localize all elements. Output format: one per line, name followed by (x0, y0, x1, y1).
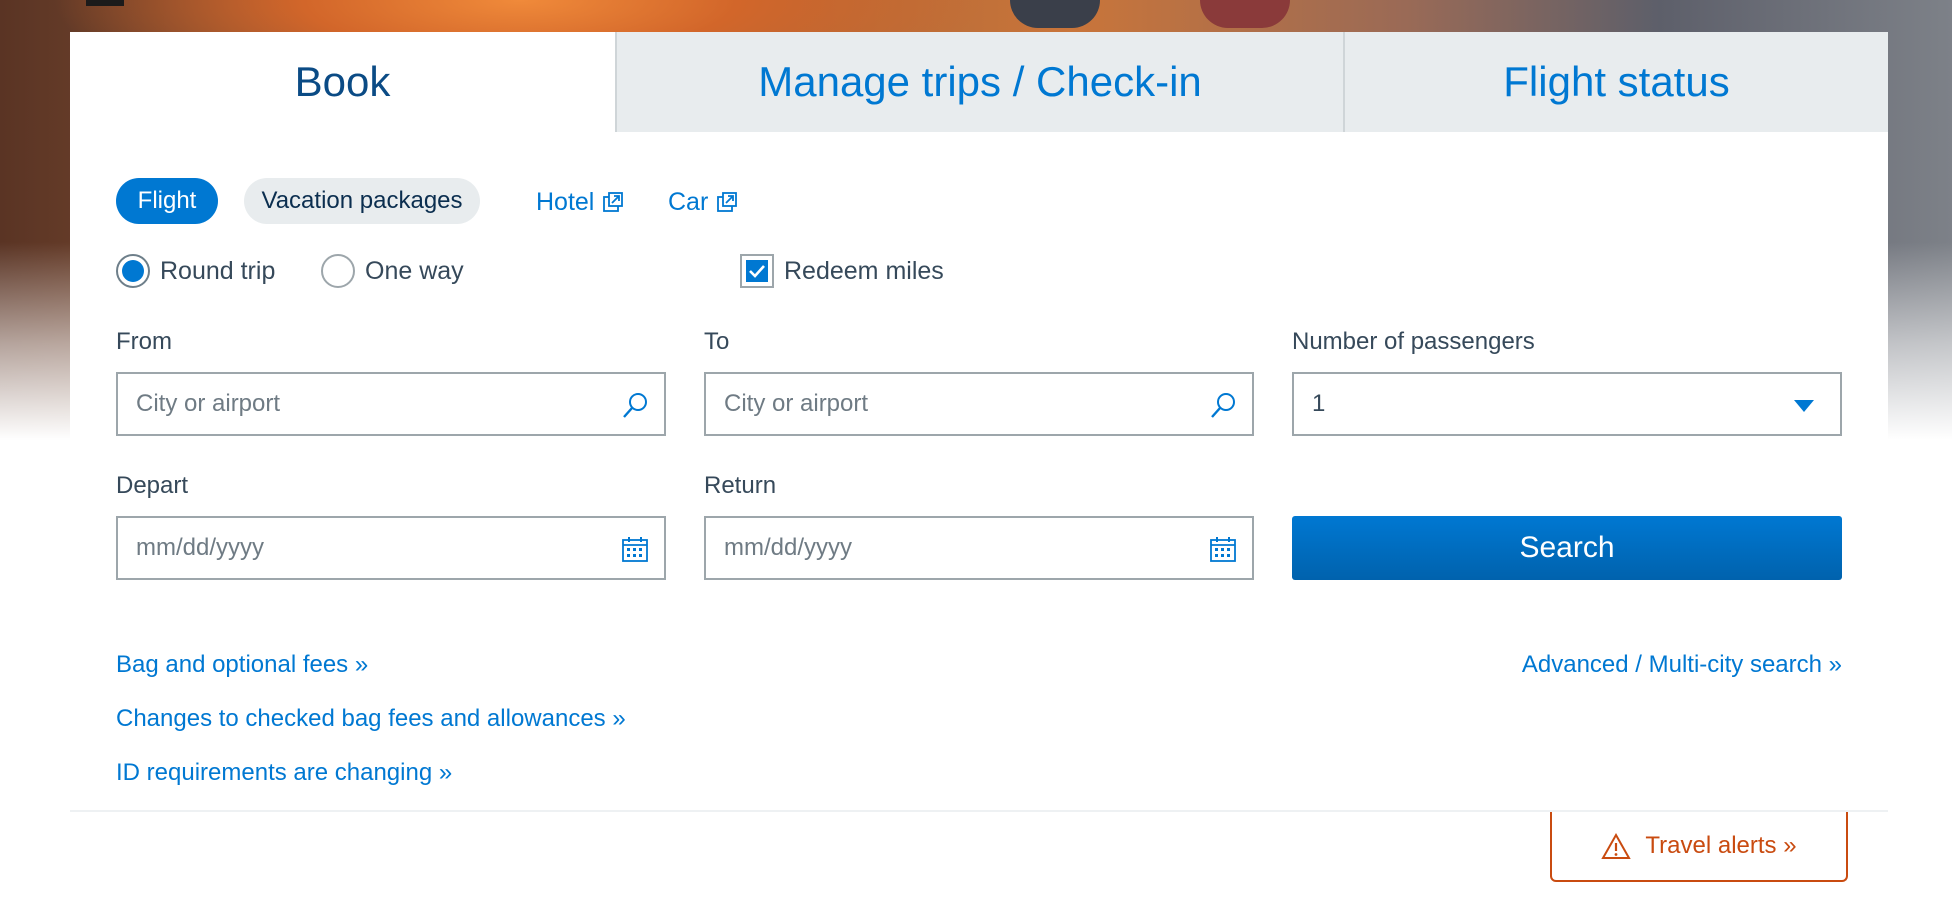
one-way-radio[interactable]: One way (321, 254, 464, 288)
depart-label: Depart (116, 472, 189, 499)
tab-book[interactable]: Book (70, 32, 615, 132)
depart-field[interactable] (116, 516, 666, 580)
checked-bag-changes-link[interactable]: Changes to checked bag fees and allowanc… (116, 705, 626, 733)
external-link-icon (603, 192, 624, 212)
car-link[interactable]: Car (668, 182, 738, 222)
passengers-value: 1 (1312, 390, 1326, 417)
one-way-label: One way (365, 256, 464, 285)
return-field[interactable] (704, 516, 1254, 580)
advanced-search-link[interactable]: Advanced / Multi-city search » (1522, 651, 1842, 679)
hotel-link-label: Hotel (536, 187, 595, 216)
car-link-label: Car (668, 187, 709, 216)
radio-selected-icon (116, 254, 150, 288)
checkmark-icon (749, 265, 765, 278)
search-icon[interactable] (1208, 390, 1238, 420)
booking-tabs: Book Manage trips / Check-in Flight stat… (70, 32, 1888, 132)
travel-alerts-label: Travel alerts » (1645, 832, 1797, 859)
warning-icon (1601, 832, 1632, 859)
logo-mark (86, 0, 124, 6)
checkbox-checked-icon (740, 254, 774, 288)
id-requirements-link[interactable]: ID requirements are changing » (116, 759, 452, 787)
redeem-miles-checkbox[interactable]: Redeem miles (740, 254, 944, 288)
chevron-down-icon (1794, 400, 1814, 412)
from-input[interactable] (136, 390, 559, 418)
calendar-icon[interactable] (1208, 534, 1238, 564)
vacation-packages-pill-button[interactable]: Vacation packages (244, 178, 480, 224)
from-field[interactable] (116, 372, 666, 436)
to-input[interactable] (724, 390, 1147, 418)
search-icon[interactable] (620, 390, 650, 420)
redeem-miles-label: Redeem miles (784, 256, 944, 285)
tab-manage-trips[interactable]: Manage trips / Check-in (615, 32, 1343, 132)
tab-flight-status[interactable]: Flight status (1343, 32, 1888, 132)
calendar-icon[interactable] (620, 534, 650, 564)
hotel-link[interactable]: Hotel (536, 182, 624, 222)
passengers-label: Number of passengers (1292, 328, 1535, 355)
booking-widget: Book Manage trips / Check-in Flight stat… (70, 32, 1888, 810)
travel-alerts-button[interactable]: Travel alerts » (1550, 812, 1848, 882)
hero-figure (1010, 0, 1100, 28)
search-button[interactable]: Search (1292, 516, 1842, 580)
hero-figure (1200, 0, 1290, 28)
round-trip-radio[interactable]: Round trip (116, 254, 275, 288)
to-label: To (704, 328, 730, 355)
radio-unselected-icon (321, 254, 355, 288)
bag-fees-link[interactable]: Bag and optional fees » (116, 651, 368, 679)
return-input[interactable] (724, 534, 1147, 562)
return-label: Return (704, 472, 777, 499)
to-field[interactable] (704, 372, 1254, 436)
flight-pill-button[interactable]: Flight (116, 178, 218, 224)
passengers-select[interactable]: 1 (1292, 372, 1842, 436)
depart-input[interactable] (136, 534, 559, 562)
external-link-icon (717, 192, 738, 212)
round-trip-label: Round trip (160, 256, 276, 285)
from-label: From (116, 328, 172, 355)
